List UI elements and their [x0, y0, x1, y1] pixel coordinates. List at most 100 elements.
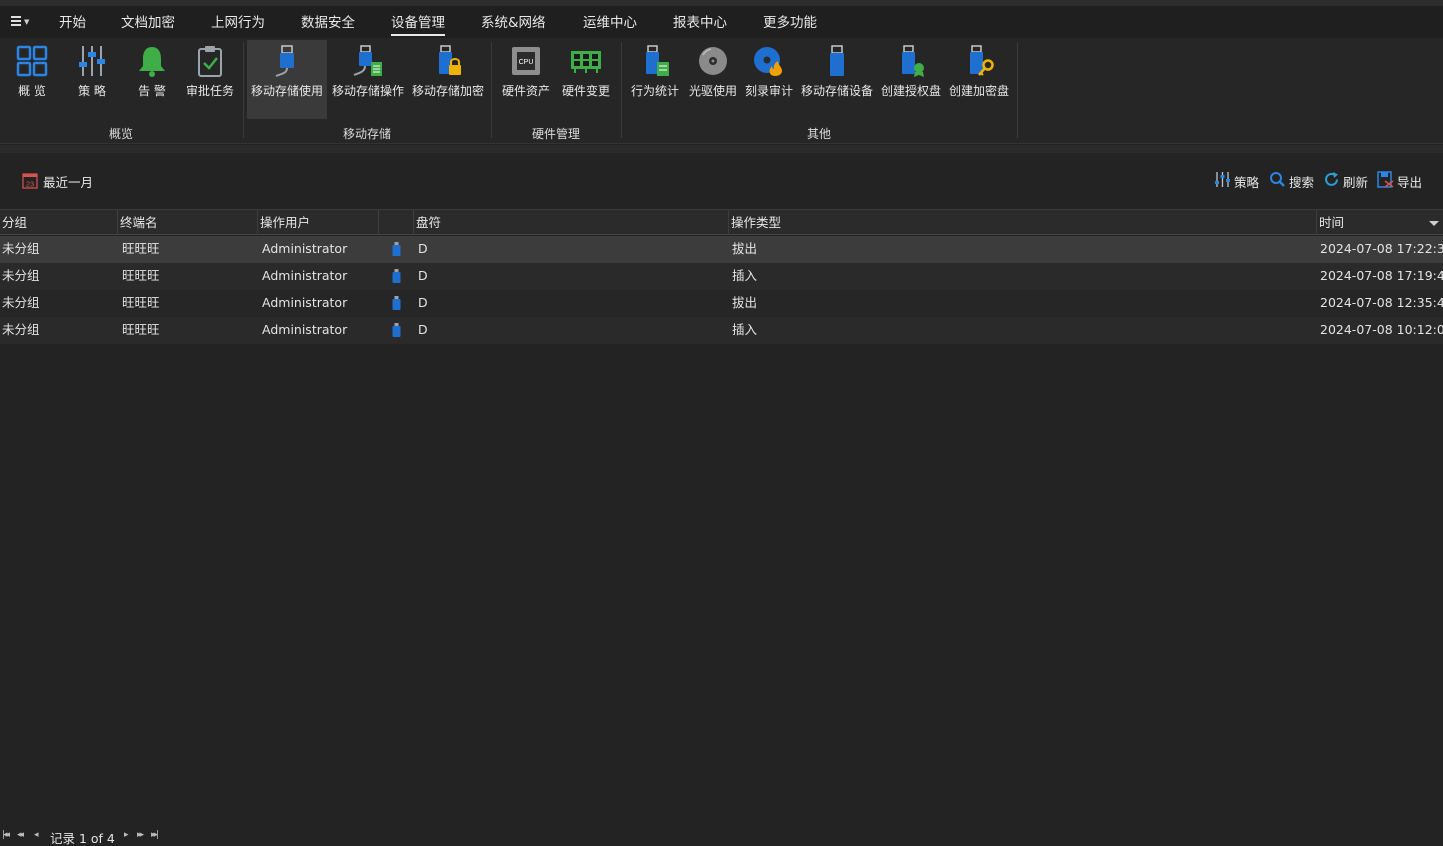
last-page-icon[interactable]: ▸▸|: [151, 830, 159, 840]
menu-icon: [11, 16, 21, 27]
sliders-icon: [1215, 172, 1230, 187]
ribbon: 概 览 策 略 告 警 审批任务 概览 移动存储使用 移动存储操作 移动存储加密…: [0, 38, 1443, 144]
hardware-assets-button[interactable]: CPU 硬件资产: [498, 40, 554, 118]
hardware-assets-label: 硬件资产: [501, 84, 550, 98]
cell-operation: 拔出: [732, 241, 758, 256]
group-label-other: 其他: [806, 127, 831, 141]
cpu-icon: CPU: [512, 47, 540, 75]
approval-task-button[interactable]: 审批任务: [183, 40, 237, 118]
hardware-change-button[interactable]: 硬件变更: [558, 40, 614, 118]
cell-group: 未分组: [2, 241, 40, 256]
pager: |◂◂ ◂◂ ◂ 记录 1 of 4 ▸ ▸▸ ▸▸|: [0, 826, 300, 846]
cell-time: 2024-07-08 17:22:36: [1320, 241, 1443, 256]
overview-button[interactable]: 概 览: [8, 40, 56, 118]
tab-report-center[interactable]: 报表中心: [673, 14, 727, 36]
group-label-hardware: 硬件管理: [531, 127, 580, 141]
behavior-stats-button[interactable]: 行为统计: [627, 40, 683, 118]
cell-terminal: 旺旺旺: [122, 322, 160, 337]
cell-drive: D: [418, 322, 428, 337]
cell-drive: D: [418, 295, 428, 310]
tab-start[interactable]: 开始: [59, 14, 86, 36]
cell-time: 2024-07-08 10:12:06: [1320, 322, 1443, 337]
column-header-time[interactable]: 时间: [1316, 210, 1443, 235]
clipboard-check-icon: [198, 46, 222, 77]
grid-icon: [16, 45, 48, 77]
next-page-icon[interactable]: ▸: [124, 830, 128, 840]
tab-system-network[interactable]: 系统&网络: [481, 14, 546, 36]
usb-operation-icon: [353, 45, 382, 76]
create-encrypted-disk-button[interactable]: 创建加密盘: [946, 40, 1012, 118]
create-authorized-disk-button[interactable]: 创建授权盘: [878, 40, 944, 118]
usb-usage-icon: [275, 45, 294, 77]
usb-stats-icon: [646, 45, 669, 76]
group-label-usb-storage: 移动存储: [342, 127, 391, 141]
date-range-label: 最近一月: [43, 175, 94, 190]
tab-device-management[interactable]: 设备管理: [391, 14, 445, 36]
tab-doc-encryption[interactable]: 文档加密: [121, 14, 175, 36]
column-header-operation[interactable]: 操作类型: [728, 210, 1316, 235]
hardware-change-label: 硬件变更: [561, 84, 610, 98]
table-row[interactable]: 未分组 旺旺旺 Administrator D 拔出 2024-07-08 17…: [0, 236, 1443, 263]
cell-terminal: 旺旺旺: [122, 295, 160, 310]
optical-drive-button[interactable]: 光驱使用: [686, 40, 740, 118]
group-divider: [621, 42, 622, 138]
column-header-user[interactable]: 操作用户: [257, 210, 378, 235]
cell-user: Administrator: [262, 241, 348, 256]
create-encrypted-disk-label: 创建加密盘: [948, 84, 1009, 98]
tab-more-features[interactable]: 更多功能: [763, 14, 817, 36]
table-row[interactable]: 未分组 旺旺旺 Administrator D 插入 2024-07-08 10…: [0, 317, 1443, 344]
table-row[interactable]: 未分组 旺旺旺 Administrator D 拔出 2024-07-08 12…: [0, 290, 1443, 317]
next-block-icon[interactable]: ▸▸: [137, 830, 144, 840]
burn-audit-button[interactable]: 刻录审计: [742, 40, 796, 118]
cell-operation: 插入: [732, 322, 758, 337]
tab-web-behavior[interactable]: 上网行为: [211, 14, 265, 36]
export-label: 导出: [1397, 175, 1423, 190]
chevron-down-icon: ▼: [24, 18, 30, 26]
usb-usage-label: 移动存储使用: [250, 84, 323, 98]
tab-data-security[interactable]: 数据安全: [301, 14, 355, 36]
column-header-drive[interactable]: 盘符: [413, 210, 728, 235]
table-header: 分组 终端名 操作用户 盘符 操作类型 时间: [0, 209, 1443, 235]
refresh-label: 刷新: [1343, 175, 1369, 190]
cell-drive: D: [418, 268, 428, 283]
group-divider: [243, 42, 244, 138]
cell-terminal: 旺旺旺: [122, 268, 160, 283]
cell-user: Administrator: [262, 268, 348, 283]
refresh-icon: [1325, 172, 1338, 186]
policy-button[interactable]: 策 略: [68, 40, 116, 118]
bell-icon: [139, 47, 165, 77]
create-authorized-disk-label: 创建授权盘: [880, 84, 941, 98]
group-divider: [1017, 42, 1018, 138]
approval-task-label: 审批任务: [185, 84, 234, 98]
export-icon: [1377, 171, 1394, 188]
menu-bar: ▼ 开始 文档加密 上网行为 数据安全 设备管理 系统&网络 运维中心 报表中心…: [0, 0, 1443, 38]
usb-drive-icon: [392, 242, 401, 256]
alert-button[interactable]: 告 警: [128, 40, 176, 118]
table-row[interactable]: 未分组 旺旺旺 Administrator D 插入 2024-07-08 17…: [0, 263, 1443, 290]
column-header-icon[interactable]: [378, 210, 413, 235]
column-header-group[interactable]: 分组: [0, 210, 117, 235]
tab-ops-center[interactable]: 运维中心: [583, 14, 637, 36]
sliders-icon: [79, 46, 105, 76]
usb-device-button[interactable]: 移动存储设备: [798, 40, 876, 118]
app-menu-button[interactable]: ▼: [8, 12, 32, 32]
prev-page-icon[interactable]: ◂: [34, 830, 38, 840]
usb-drive-icon: [392, 296, 401, 310]
group-divider: [491, 42, 492, 138]
usb-usage-button[interactable]: 移动存储使用: [247, 40, 327, 119]
calendar-day: 23: [26, 180, 34, 189]
sort-desc-icon: [1429, 221, 1439, 226]
disc-icon: [699, 47, 727, 75]
group-label-overview: 概览: [108, 127, 133, 141]
memory-board-icon: [571, 51, 601, 73]
cell-user: Administrator: [262, 295, 348, 310]
column-header-terminal[interactable]: 终端名: [117, 210, 257, 235]
first-page-icon[interactable]: |◂◂: [2, 830, 10, 840]
policy-tool-label: 策略: [1234, 175, 1260, 190]
prev-block-icon[interactable]: ◂◂: [17, 830, 24, 840]
search-label: 搜索: [1289, 175, 1315, 190]
usb-operation-button[interactable]: 移动存储操作: [329, 40, 407, 118]
usb-encryption-button[interactable]: 移动存储加密: [409, 40, 487, 118]
usb-operation-label: 移动存储操作: [331, 84, 404, 98]
disc-burn-icon: [754, 47, 782, 76]
